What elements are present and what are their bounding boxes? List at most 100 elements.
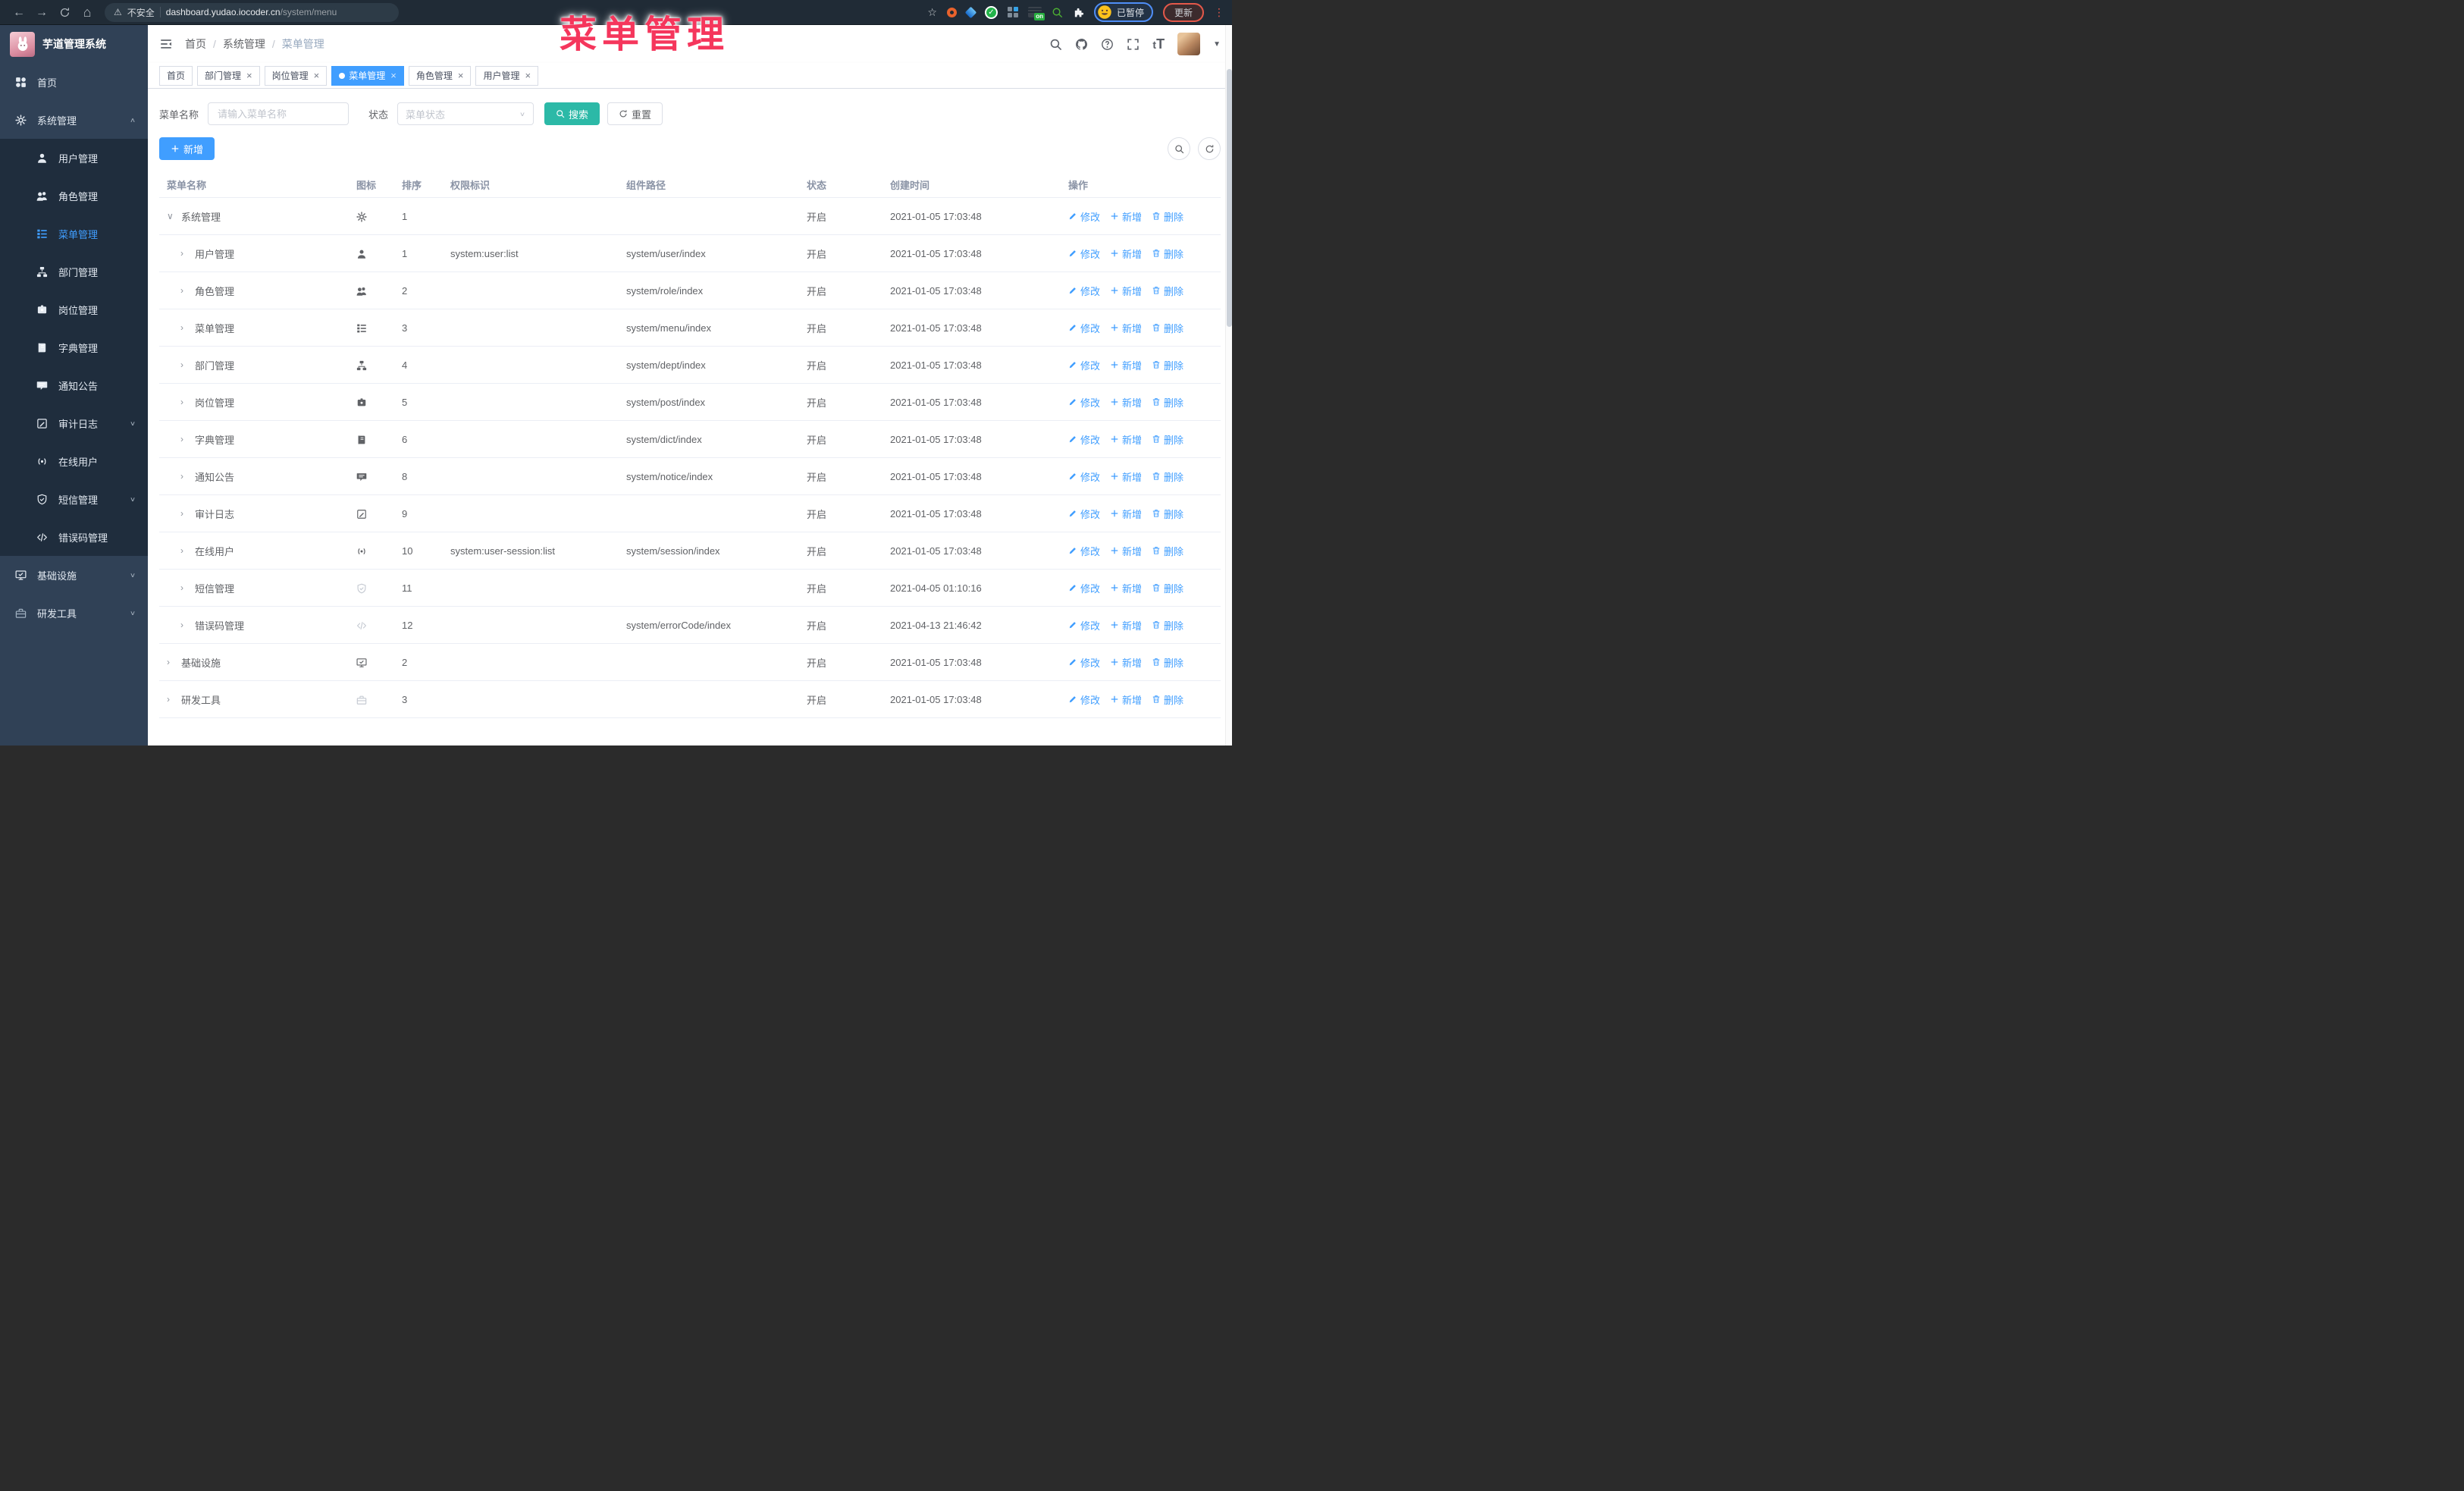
table-row[interactable]: › 用户管理 1 system:user:list system/user/ind… xyxy=(159,235,1221,272)
user-avatar[interactable] xyxy=(1177,33,1201,55)
table-row[interactable]: › 研发工具 3 开启 2021-01-05 17:03:48 修改 新增 删除 xyxy=(159,681,1221,718)
scrollbar[interactable] xyxy=(1225,25,1232,746)
close-icon[interactable]: × xyxy=(390,70,397,81)
bookmark-star-icon[interactable]: ☆ xyxy=(927,6,937,19)
action-delete[interactable]: 删除 xyxy=(1152,395,1183,410)
action-edit[interactable]: 修改 xyxy=(1068,581,1100,595)
expand-row-icon[interactable]: › xyxy=(180,582,188,593)
forward-icon[interactable]: → xyxy=(30,0,53,25)
status-select[interactable]: 菜单状态 ∨ xyxy=(397,102,534,125)
sidebar-item-gear[interactable]: 系统管理 ∧ xyxy=(0,101,148,139)
action-add[interactable]: 新增 xyxy=(1110,581,1142,595)
expand-row-icon[interactable]: › xyxy=(180,620,188,630)
back-icon[interactable]: ← xyxy=(8,0,30,25)
profile-paused-badge[interactable]: 已暂停 xyxy=(1093,2,1153,22)
action-add[interactable]: 新增 xyxy=(1110,209,1142,224)
refresh-table-button[interactable] xyxy=(1198,137,1221,160)
extension-grid-icon[interactable] xyxy=(1007,7,1018,17)
collapse-row-icon[interactable]: ∨ xyxy=(167,211,174,221)
action-delete[interactable]: 删除 xyxy=(1152,692,1183,707)
table-row[interactable]: › 审计日志 9 开启 2021-01-05 17:03:48 修改 新增 删除 xyxy=(159,495,1221,532)
table-row[interactable]: › 基础设施 2 开启 2021-01-05 17:03:48 修改 新增 删除 xyxy=(159,644,1221,681)
action-edit[interactable]: 修改 xyxy=(1068,432,1100,447)
tab-5[interactable]: 用户管理 × xyxy=(475,65,539,86)
action-add[interactable]: 新增 xyxy=(1110,507,1142,521)
action-add[interactable]: 新增 xyxy=(1110,246,1142,261)
expand-row-icon[interactable]: › xyxy=(180,471,188,482)
action-edit[interactable]: 修改 xyxy=(1068,395,1100,410)
collapse-sidebar-icon[interactable] xyxy=(159,37,173,51)
action-delete[interactable]: 删除 xyxy=(1152,618,1183,632)
action-edit[interactable]: 修改 xyxy=(1068,692,1100,707)
close-icon[interactable]: × xyxy=(525,70,531,81)
help-icon[interactable] xyxy=(1101,38,1114,51)
sidebar-item-users[interactable]: 角色管理 xyxy=(0,177,148,215)
action-add[interactable]: 新增 xyxy=(1110,618,1142,632)
close-icon[interactable]: × xyxy=(458,70,464,81)
extension-check-icon[interactable]: ✓ xyxy=(984,5,998,19)
action-add[interactable]: 新增 xyxy=(1110,395,1142,410)
address-bar[interactable]: ⚠ 不安全 dashboard.yudao.iocoder.cn/system/… xyxy=(105,2,399,22)
action-add[interactable]: 新增 xyxy=(1110,469,1142,484)
action-add[interactable]: 新增 xyxy=(1110,432,1142,447)
action-edit[interactable]: 修改 xyxy=(1068,321,1100,335)
close-icon[interactable]: × xyxy=(314,70,320,81)
github-icon[interactable] xyxy=(1075,38,1088,51)
sidebar-item-user[interactable]: 用户管理 xyxy=(0,139,148,177)
table-row[interactable]: › 字典管理 6 system/dict/index 开启 2021-01-05 … xyxy=(159,421,1221,458)
expand-row-icon[interactable]: › xyxy=(180,508,188,519)
tab-1[interactable]: 部门管理 × xyxy=(197,65,260,86)
tab-3[interactable]: 菜单管理 × xyxy=(331,65,404,86)
sidebar-item-toolbox[interactable]: 研发工具 ∨ xyxy=(0,594,148,632)
action-edit[interactable]: 修改 xyxy=(1068,246,1100,261)
table-row[interactable]: › 菜单管理 3 system/menu/index 开启 2021-01-05 … xyxy=(159,309,1221,347)
action-delete[interactable]: 删除 xyxy=(1152,284,1183,298)
expand-row-icon[interactable]: › xyxy=(180,397,188,407)
add-button[interactable]: 新增 xyxy=(159,137,215,160)
toggle-search-button[interactable] xyxy=(1168,137,1190,160)
table-row[interactable]: › 错误码管理 12 system/errorCode/index 开启 2021… xyxy=(159,607,1221,644)
close-icon[interactable]: × xyxy=(246,70,252,81)
tab-4[interactable]: 角色管理 × xyxy=(408,65,472,86)
browser-menu-icon[interactable]: ⋮ xyxy=(1214,6,1224,19)
search-button[interactable]: 搜索 xyxy=(544,102,600,125)
expand-row-icon[interactable]: › xyxy=(180,248,188,259)
action-delete[interactable]: 删除 xyxy=(1152,581,1183,595)
action-edit[interactable]: 修改 xyxy=(1068,358,1100,372)
action-delete[interactable]: 删除 xyxy=(1152,321,1183,335)
action-add[interactable]: 新增 xyxy=(1110,321,1142,335)
expand-row-icon[interactable]: › xyxy=(167,694,174,705)
fullscreen-icon[interactable] xyxy=(1127,38,1140,51)
sidebar-item-code[interactable]: 错误码管理 xyxy=(0,518,148,556)
breadcrumb-item[interactable]: 首页 xyxy=(185,36,206,52)
action-edit[interactable]: 修改 xyxy=(1068,618,1100,632)
browser-update-button[interactable]: 更新 xyxy=(1162,2,1204,22)
app-logo[interactable]: 芋道管理系统 xyxy=(0,25,148,63)
reload-icon[interactable] xyxy=(53,0,76,25)
table-row[interactable]: ∨ 系统管理 1 开启 2021-01-05 17:03:48 修改 新增 删除 xyxy=(159,198,1221,235)
tab-2[interactable]: 岗位管理 × xyxy=(264,65,328,86)
action-add[interactable]: 新增 xyxy=(1110,692,1142,707)
table-row[interactable]: › 在线用户 10 system:user-session:list system… xyxy=(159,532,1221,570)
action-edit[interactable]: 修改 xyxy=(1068,469,1100,484)
expand-row-icon[interactable]: › xyxy=(180,359,188,370)
action-delete[interactable]: 删除 xyxy=(1152,655,1183,670)
expand-row-icon[interactable]: › xyxy=(180,322,188,333)
action-add[interactable]: 新增 xyxy=(1110,544,1142,558)
table-row[interactable]: › 角色管理 2 system/role/index 开启 2021-01-05 … xyxy=(159,272,1221,309)
action-add[interactable]: 新增 xyxy=(1110,655,1142,670)
action-edit[interactable]: 修改 xyxy=(1068,655,1100,670)
sidebar-item-dashboard[interactable]: 首页 xyxy=(0,63,148,101)
action-edit[interactable]: 修改 xyxy=(1068,507,1100,521)
table-row[interactable]: › 通知公告 8 system/notice/index 开启 2021-01-0… xyxy=(159,458,1221,495)
expand-row-icon[interactable]: › xyxy=(180,545,188,556)
breadcrumb-item[interactable]: 系统管理 xyxy=(223,36,265,52)
action-edit[interactable]: 修改 xyxy=(1068,544,1100,558)
expand-row-icon[interactable]: › xyxy=(167,657,174,667)
sidebar-item-book[interactable]: 字典管理 xyxy=(0,328,148,366)
action-add[interactable]: 新增 xyxy=(1110,358,1142,372)
sidebar-item-menu[interactable]: 菜单管理 xyxy=(0,215,148,253)
expand-row-icon[interactable]: › xyxy=(180,285,188,296)
action-delete[interactable]: 删除 xyxy=(1152,432,1183,447)
sidebar-item-monitor[interactable]: 基础设施 ∨ xyxy=(0,556,148,594)
